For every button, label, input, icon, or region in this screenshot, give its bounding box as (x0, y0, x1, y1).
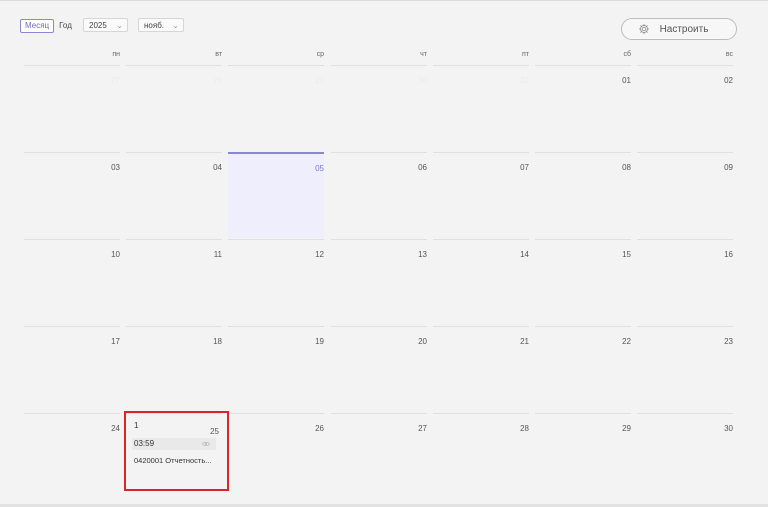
day-number: 24 (111, 424, 120, 433)
day-number: 11 (213, 250, 222, 259)
day-number: 26 (315, 424, 324, 433)
day-number: 10 (111, 250, 120, 259)
day-number: 28 (520, 424, 529, 433)
day-number: 28 (213, 76, 222, 85)
day-cell[interactable]: 10 (24, 239, 120, 325)
day-cell[interactable]: 11 (126, 239, 222, 325)
day-number: 29 (315, 76, 324, 85)
day-number: 13 (418, 250, 427, 259)
day-number: 29 (622, 424, 631, 433)
day-number: 17 (111, 337, 120, 346)
day-cell[interactable]: 20 (331, 326, 427, 412)
day-cell[interactable]: 29 (228, 65, 324, 151)
event-title: 0420001 Отчетность... (134, 456, 212, 465)
day-number: 27 (111, 76, 120, 85)
day-cell[interactable]: 01 (535, 65, 631, 151)
day-number: 18 (213, 337, 222, 346)
day-number: 14 (520, 250, 529, 259)
weekday-header: вт (215, 51, 222, 58)
day-number: 03 (111, 163, 120, 172)
day-number: 31 (520, 76, 529, 85)
day-cell[interactable]: 28 (126, 65, 222, 151)
day-number: 09 (724, 163, 733, 172)
day-cell[interactable]: 18 (126, 326, 222, 412)
day-cell[interactable]: 14 (433, 239, 529, 325)
day-cell[interactable]: 12 (228, 239, 324, 325)
day-number: 22 (622, 337, 631, 346)
day-cell[interactable]: 30 (331, 65, 427, 151)
event-card[interactable]: 1 25 03:59 0420001 Отчетность... (124, 411, 229, 491)
weekday-header: ср (316, 51, 324, 58)
month-grid: пн вт ср чт пт сб вс 27 28 29 30 31 01 02 03 04 05 06 07 08… (0, 0, 768, 507)
day-cell[interactable]: 27 (24, 65, 120, 151)
day-cell[interactable]: 22 (535, 326, 631, 412)
day-number: 21 (520, 337, 529, 346)
event-count: 1 (134, 421, 139, 430)
event-time-text: 03:59 (134, 439, 155, 448)
day-cell[interactable]: 24 (24, 413, 120, 499)
day-number: 15 (622, 250, 631, 259)
day-number: 05 (315, 164, 324, 173)
day-number: 07 (520, 163, 529, 172)
day-number: 30 (418, 76, 427, 85)
day-number: 19 (315, 337, 324, 346)
day-cell[interactable]: 02 (637, 65, 733, 151)
day-number: 01 (622, 76, 631, 85)
day-number: 30 (724, 424, 733, 433)
day-number: 04 (213, 163, 222, 172)
day-cell[interactable]: 06 (331, 152, 427, 238)
day-cell[interactable]: 15 (535, 239, 631, 325)
day-cell[interactable]: 13 (331, 239, 427, 325)
day-cell[interactable]: 21 (433, 326, 529, 412)
weekday-header: пн (112, 51, 120, 58)
day-number: 02 (724, 76, 733, 85)
weekday-header: пт (522, 51, 529, 58)
eye-icon[interactable] (202, 441, 210, 447)
day-cell[interactable]: 03 (24, 152, 120, 238)
day-number: 20 (418, 337, 427, 346)
day-cell[interactable]: 17 (24, 326, 120, 412)
day-number: 06 (418, 163, 427, 172)
day-cell[interactable]: 30 (637, 413, 733, 499)
day-cell[interactable]: 31 (433, 65, 529, 151)
day-number: 27 (418, 424, 427, 433)
day-cell-today[interactable]: 05 (228, 152, 324, 238)
weekday-header: чт (420, 51, 427, 58)
day-cell[interactable]: 29 (535, 413, 631, 499)
day-cell[interactable]: 19 (228, 326, 324, 412)
day-cell[interactable]: 04 (126, 152, 222, 238)
weekday-header: вс (725, 51, 733, 58)
day-cell[interactable]: 08 (535, 152, 631, 238)
weekday-header: сб (623, 51, 631, 58)
event-day-number: 25 (210, 427, 219, 436)
day-cell[interactable]: 26 (228, 413, 324, 499)
day-number: 08 (622, 163, 631, 172)
day-number: 23 (724, 337, 733, 346)
day-cell[interactable]: 28 (433, 413, 529, 499)
day-cell[interactable]: 16 (637, 239, 733, 325)
day-number: 16 (724, 250, 733, 259)
day-cell[interactable]: 07 (433, 152, 529, 238)
day-cell[interactable]: 27 (331, 413, 427, 499)
day-cell[interactable]: 23 (637, 326, 733, 412)
day-cell[interactable]: 09 (637, 152, 733, 238)
day-number: 12 (315, 250, 324, 259)
